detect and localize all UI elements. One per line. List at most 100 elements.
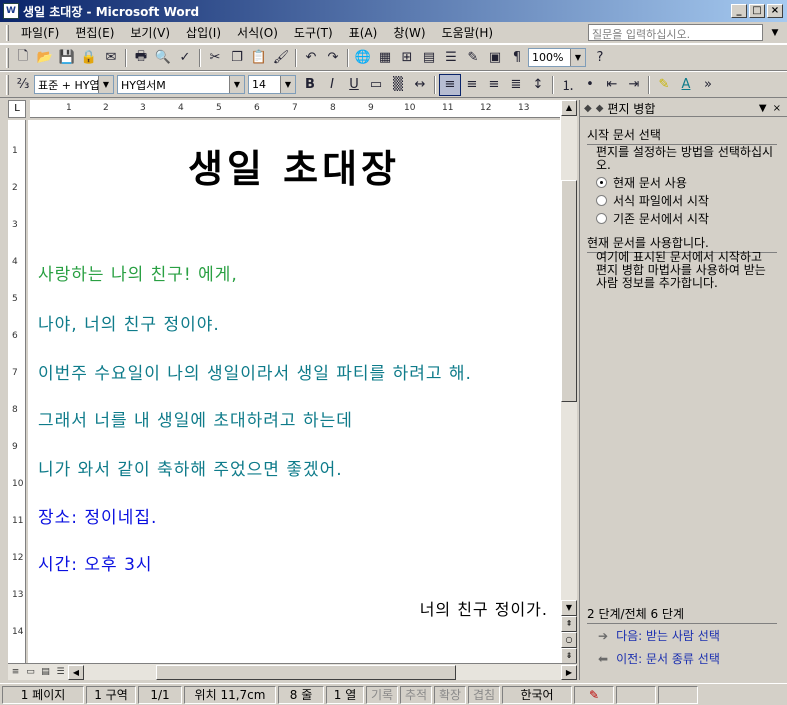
menu-grip[interactable]: [6, 24, 9, 41]
web-view-icon[interactable]: ▭: [23, 665, 38, 679]
underline-icon[interactable]: U: [343, 74, 365, 96]
select-browse-object-icon[interactable]: ○: [561, 632, 577, 648]
toolbar-grip[interactable]: [6, 74, 9, 95]
toolbar-options-icon[interactable]: »: [697, 74, 719, 96]
hyperlink-icon[interactable]: 🌐: [352, 47, 374, 69]
menu-help[interactable]: 도움말(H): [434, 24, 502, 41]
radio-use-current[interactable]: 현재 문서 사용: [596, 174, 687, 191]
zoom-combo[interactable]: 100% ▼: [528, 48, 586, 67]
normal-view-icon[interactable]: ≡: [8, 665, 23, 679]
tables-borders-icon[interactable]: ▦: [374, 47, 396, 69]
menu-table[interactable]: 표(A): [341, 24, 386, 41]
columns-icon[interactable]: ☰: [440, 47, 462, 69]
status-overtype[interactable]: 겹침: [468, 685, 500, 704]
cut-icon[interactable]: ✂: [204, 47, 226, 69]
numbering-icon[interactable]: ⒈: [557, 74, 579, 96]
minimize-button[interactable]: _: [731, 4, 747, 18]
show-hide-icon[interactable]: ¶: [506, 47, 528, 69]
align-justify-icon[interactable]: ≡: [439, 73, 461, 96]
help-icon[interactable]: ?: [589, 47, 611, 69]
next-step-link[interactable]: ➔ 다음: 받는 사람 선택: [598, 627, 720, 644]
save-icon[interactable]: 💾: [56, 47, 78, 69]
char-border-icon[interactable]: ▭: [365, 74, 387, 96]
char-scaling-icon[interactable]: ↔: [409, 74, 431, 96]
help-question-input[interactable]: 질문을 입력하십시오.: [588, 24, 763, 41]
bold-icon[interactable]: B: [299, 74, 321, 96]
word-app-icon[interactable]: W: [3, 3, 19, 19]
vertical-scrollbar[interactable]: ▲ ▼ ⇞ ○ ⇟: [560, 100, 577, 664]
document-page[interactable]: 생일 초대장 사랑하는 나의 친구! 에게, 나야, 너의 친구 정이야. 이번…: [28, 120, 560, 663]
hscroll-thumb[interactable]: [156, 665, 456, 680]
print-view-icon[interactable]: ▤: [38, 665, 53, 679]
close-button[interactable]: ×: [767, 4, 783, 18]
menu-tools[interactable]: 도구(T): [286, 24, 341, 41]
italic-icon[interactable]: I: [321, 74, 343, 96]
line-spacing-icon[interactable]: ↕: [527, 74, 549, 96]
menu-insert[interactable]: 삽입(I): [178, 24, 229, 41]
copy-icon[interactable]: ❐: [226, 47, 248, 69]
menu-edit[interactable]: 편집(E): [67, 24, 122, 41]
highlight-icon[interactable]: ✎: [653, 74, 675, 96]
decrease-indent-icon[interactable]: ⇤: [601, 74, 623, 96]
style-dropdown-icon[interactable]: ▼: [98, 76, 113, 93]
font-size-dropdown-icon[interactable]: ▼: [280, 76, 295, 93]
distributed-icon[interactable]: ≣: [505, 74, 527, 96]
radio-from-template[interactable]: 서식 파일에서 시작: [596, 192, 709, 209]
maximize-button[interactable]: □: [749, 4, 765, 18]
vertical-ruler[interactable]: 1 2 3 4 5 6 7 8 9 10 11 12 13 14: [8, 120, 26, 663]
forward-icon[interactable]: ◆: [596, 103, 604, 114]
horizontal-scrollbar[interactable]: ≡ ▭ ▤ ☰ ◀ ▶: [8, 663, 577, 680]
tab-selector[interactable]: L: [8, 100, 26, 118]
outline-view-icon[interactable]: ☰: [53, 665, 68, 679]
increase-indent-icon[interactable]: ⇥: [623, 74, 645, 96]
paste-icon[interactable]: 📋: [248, 47, 270, 69]
undo-icon[interactable]: ↶: [300, 47, 322, 69]
previous-step-link[interactable]: ⬅ 이전: 문서 종류 선택: [598, 650, 720, 667]
menu-file[interactable]: 파일(F): [13, 24, 67, 41]
menu-format[interactable]: 서식(O): [229, 24, 286, 41]
font-color-icon[interactable]: A: [675, 74, 697, 96]
insert-table-icon[interactable]: ⊞: [396, 47, 418, 69]
pane-close-icon[interactable]: ×: [773, 103, 781, 114]
scroll-thumb[interactable]: [561, 180, 577, 402]
previous-page-icon[interactable]: ⇞: [561, 616, 577, 632]
zoom-dropdown-icon[interactable]: ▼: [570, 49, 585, 66]
back-icon[interactable]: ◆: [584, 103, 592, 114]
pane-menu-icon[interactable]: ▼: [759, 103, 767, 114]
style-combo[interactable]: 표준 + HY엽 ▼: [34, 75, 114, 94]
status-track[interactable]: 추적: [400, 685, 432, 704]
document-map-icon[interactable]: ▣: [484, 47, 506, 69]
font-combo[interactable]: HY엽서M ▼: [117, 75, 245, 94]
spelling-status-icon[interactable]: ✎: [574, 685, 614, 704]
menu-view[interactable]: 보기(V): [122, 24, 178, 41]
styles-formatting-icon[interactable]: ⅔: [12, 74, 34, 96]
scroll-up-icon[interactable]: ▲: [561, 100, 577, 116]
open-folder-icon[interactable]: 📂: [34, 47, 56, 69]
print-preview-icon[interactable]: 🔍: [152, 47, 174, 69]
redo-icon[interactable]: ↷: [322, 47, 344, 69]
email-icon[interactable]: ✉: [100, 47, 122, 69]
status-extend[interactable]: 확장: [434, 685, 466, 704]
font-size-combo[interactable]: 14 ▼: [248, 75, 296, 94]
horizontal-ruler[interactable]: 1 2 3 4 5 6 7 8 9 10 11 12 13: [30, 100, 575, 118]
next-page-icon[interactable]: ⇟: [561, 648, 577, 664]
drawing-icon[interactable]: ✎: [462, 47, 484, 69]
print-icon[interactable]: 🖶: [130, 47, 152, 69]
bullets-icon[interactable]: •: [579, 74, 601, 96]
scroll-left-icon[interactable]: ◀: [68, 664, 84, 680]
align-center-icon[interactable]: ≡: [461, 74, 483, 96]
scroll-down-icon[interactable]: ▼: [561, 600, 577, 616]
permission-icon[interactable]: 🔒: [78, 47, 100, 69]
font-dropdown-icon[interactable]: ▼: [229, 76, 244, 93]
format-painter-icon[interactable]: 🖌: [270, 47, 292, 69]
insert-excel-icon[interactable]: ▤: [418, 47, 440, 69]
scroll-right-icon[interactable]: ▶: [561, 664, 577, 680]
menu-window[interactable]: 창(W): [385, 24, 433, 41]
char-shading-icon[interactable]: ▒: [387, 74, 409, 96]
help-dropdown-icon[interactable]: ▼: [767, 25, 783, 41]
align-right-icon[interactable]: ≡: [483, 74, 505, 96]
status-record[interactable]: 기록: [366, 685, 398, 704]
radio-from-existing[interactable]: 기존 문서에서 시작: [596, 210, 709, 227]
new-document-icon[interactable]: 🗋: [12, 47, 34, 69]
spelling-icon[interactable]: ✓: [174, 47, 196, 69]
